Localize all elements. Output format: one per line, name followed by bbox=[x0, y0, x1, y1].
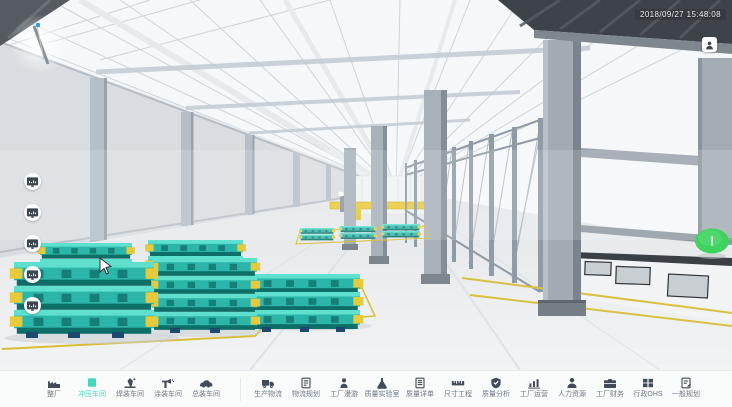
menu-quality-lab[interactable]: 质量实验室 bbox=[364, 376, 400, 399]
menu-quality-analysis[interactable]: 质量分析 bbox=[478, 376, 514, 399]
tab-painting-shop[interactable]: 涂装车间 bbox=[150, 376, 186, 399]
hr-icon bbox=[565, 376, 579, 389]
tab-stamping-shop[interactable]: 冲压车间 bbox=[74, 376, 110, 399]
side-stat-button-3[interactable] bbox=[24, 235, 41, 252]
user-icon bbox=[704, 40, 715, 50]
truck-icon bbox=[261, 376, 275, 389]
workshop-tabs: 整厂 冲压车间 焊装车间 涂装车间 总装车间 bbox=[36, 376, 224, 399]
menu-factory-finance[interactable]: 工厂财务 bbox=[592, 376, 628, 399]
plan-icon bbox=[679, 376, 693, 389]
lab-icon bbox=[375, 376, 389, 389]
alert-marker[interactable]: ! bbox=[695, 229, 729, 260]
scene-3d-viewport[interactable]: ! bbox=[0, 0, 732, 370]
ruler-icon bbox=[451, 376, 465, 389]
menu-production-logistics[interactable]: 生产物流 bbox=[250, 376, 286, 399]
menu-general-planning[interactable]: 一般规划 bbox=[668, 376, 704, 399]
side-stat-button-2[interactable] bbox=[24, 204, 41, 221]
logistics-plan-icon bbox=[299, 376, 313, 389]
monitor-stats-icon bbox=[26, 238, 39, 250]
monitor-stats-icon bbox=[26, 176, 39, 188]
fog-overlay bbox=[0, 150, 732, 240]
menu-quality-detail-list[interactable]: 质量详单 bbox=[402, 376, 438, 399]
wall-window bbox=[667, 274, 708, 298]
side-stat-button-5[interactable] bbox=[24, 297, 41, 314]
side-stat-button-1[interactable] bbox=[24, 173, 41, 190]
side-stat-button-4[interactable] bbox=[24, 266, 41, 283]
painting-icon bbox=[161, 376, 175, 389]
shield-icon bbox=[489, 376, 503, 389]
app-window: ! 2018/09/27 15:48:08 整厂 bbox=[0, 0, 732, 407]
monitor-stats-icon bbox=[26, 269, 39, 281]
crane-hook-highlight bbox=[10, 14, 70, 74]
blue-marker-dot bbox=[36, 23, 40, 27]
tab-whole-factory[interactable]: 整厂 bbox=[36, 376, 72, 399]
welding-icon bbox=[123, 376, 137, 389]
menu-human-resources[interactable]: 人力资源 bbox=[554, 376, 590, 399]
finance-icon bbox=[603, 376, 617, 389]
menu-admin-ohs[interactable]: 行政OHS bbox=[630, 376, 666, 399]
alert-marker-text: ! bbox=[710, 234, 714, 249]
operations-icon bbox=[527, 376, 541, 389]
menu-dimension-engineering[interactable]: 尺寸工程 bbox=[440, 376, 476, 399]
stamping-icon bbox=[85, 376, 99, 389]
menu-factory-roam[interactable]: 工厂漫游 bbox=[326, 376, 362, 399]
tab-assembly-shop[interactable]: 总装车间 bbox=[188, 376, 224, 399]
toolbar-divider bbox=[240, 378, 241, 401]
wall-window bbox=[585, 262, 611, 276]
wall-window bbox=[616, 266, 651, 284]
menu-factory-operations[interactable]: 工厂运营 bbox=[516, 376, 552, 399]
roam-icon bbox=[337, 376, 351, 389]
user-button[interactable] bbox=[702, 37, 717, 52]
monitor-stats-icon bbox=[26, 300, 39, 312]
monitor-stats-icon bbox=[26, 207, 39, 219]
bottom-toolbar: 整厂 冲压车间 焊装车间 涂装车间 总装车间 bbox=[0, 370, 732, 407]
factory-icon bbox=[47, 376, 61, 389]
tab-welding-shop[interactable]: 焊装车间 bbox=[112, 376, 148, 399]
timestamp: 2018/09/27 15:48:08 bbox=[635, 9, 726, 20]
quality-list-icon bbox=[413, 376, 427, 389]
module-menu: 生产物流 物流规划 工厂漫游 质量实验室 质量详单 bbox=[250, 376, 704, 399]
assembly-icon bbox=[199, 376, 213, 389]
menu-logistics-planning[interactable]: 物流规划 bbox=[288, 376, 324, 399]
ohs-icon bbox=[641, 376, 655, 389]
